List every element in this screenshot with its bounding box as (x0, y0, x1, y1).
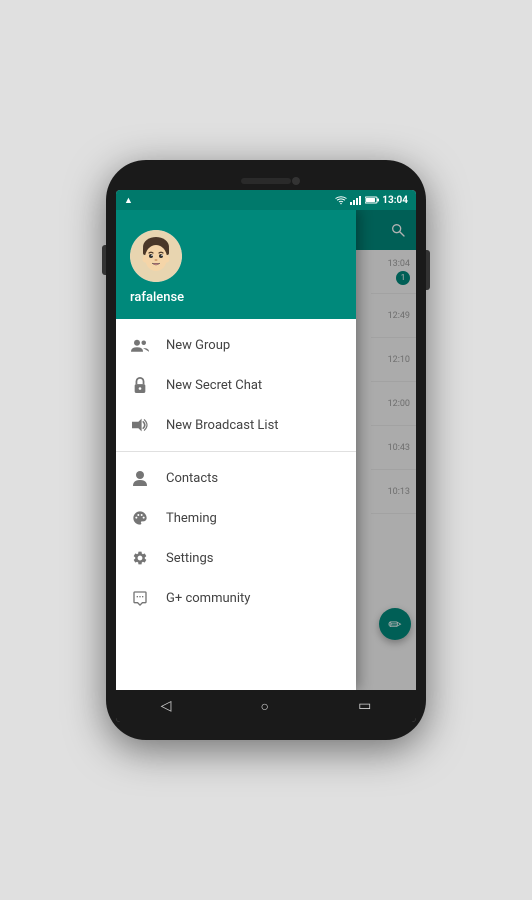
drawer-menu: New Group New Secret Chat (116, 319, 356, 690)
phone-speaker (241, 178, 291, 184)
drawer-username: rafalense (130, 290, 342, 305)
settings-icon (130, 548, 150, 568)
navigation-drawer: rafalense (116, 210, 356, 690)
contacts-label: Contacts (166, 471, 218, 486)
drawer-item-new-broadcast-list[interactable]: New Broadcast List (116, 405, 356, 445)
phone-camera (292, 177, 300, 185)
status-bar: ▲ (116, 190, 416, 210)
drawer-item-new-secret-chat[interactable]: New Secret Chat (116, 365, 356, 405)
community-icon (130, 588, 150, 608)
drawer-item-settings[interactable]: Settings (116, 538, 356, 578)
signal-icon (350, 196, 362, 205)
battery-icon (365, 196, 379, 204)
drawer-item-theming[interactable]: Theming (116, 498, 356, 538)
broadcast-icon (130, 415, 150, 435)
recent-apps-button[interactable]: ▭ (358, 698, 371, 714)
person-icon (130, 468, 150, 488)
volume-button (426, 250, 430, 290)
new-secret-chat-label: New Secret Chat (166, 378, 262, 393)
new-group-label: New Group (166, 338, 230, 353)
drawer-header: rafalense (116, 210, 356, 319)
status-time: 13:04 (382, 195, 408, 206)
status-bar-left: ▲ (124, 195, 335, 206)
settings-label: Settings (166, 551, 213, 566)
drawer-item-new-group[interactable]: New Group (116, 325, 356, 365)
drawer-item-contacts[interactable]: Contacts (116, 458, 356, 498)
group-icon (130, 335, 150, 355)
back-button[interactable]: ◁ (161, 698, 172, 714)
theming-label: Theming (166, 511, 217, 526)
notification-icon: ▲ (124, 195, 133, 206)
drawer-section-secondary: Contacts (116, 452, 356, 624)
new-broadcast-list-label: New Broadcast List (166, 418, 279, 433)
screen-content: 13:04 1 12:49 12:10 12:00 10:43 (116, 210, 416, 690)
lock-icon (130, 375, 150, 395)
avatar (130, 230, 182, 282)
power-button (102, 245, 106, 275)
navigation-bar: ◁ ○ ▭ (116, 690, 416, 722)
drawer-item-gplus[interactable]: G+ community (116, 578, 356, 618)
phone-screen: ▲ (116, 190, 416, 722)
avatar-image (130, 230, 182, 282)
gplus-community-label: G+ community (166, 591, 250, 606)
home-button[interactable]: ○ (261, 698, 269, 715)
phone-top-bar (116, 178, 416, 184)
phone-device: ▲ (106, 160, 426, 740)
status-bar-right: 13:04 (335, 195, 408, 206)
drawer-section-new: New Group New Secret Chat (116, 319, 356, 452)
wifi-icon (335, 196, 347, 205)
palette-icon (130, 508, 150, 528)
